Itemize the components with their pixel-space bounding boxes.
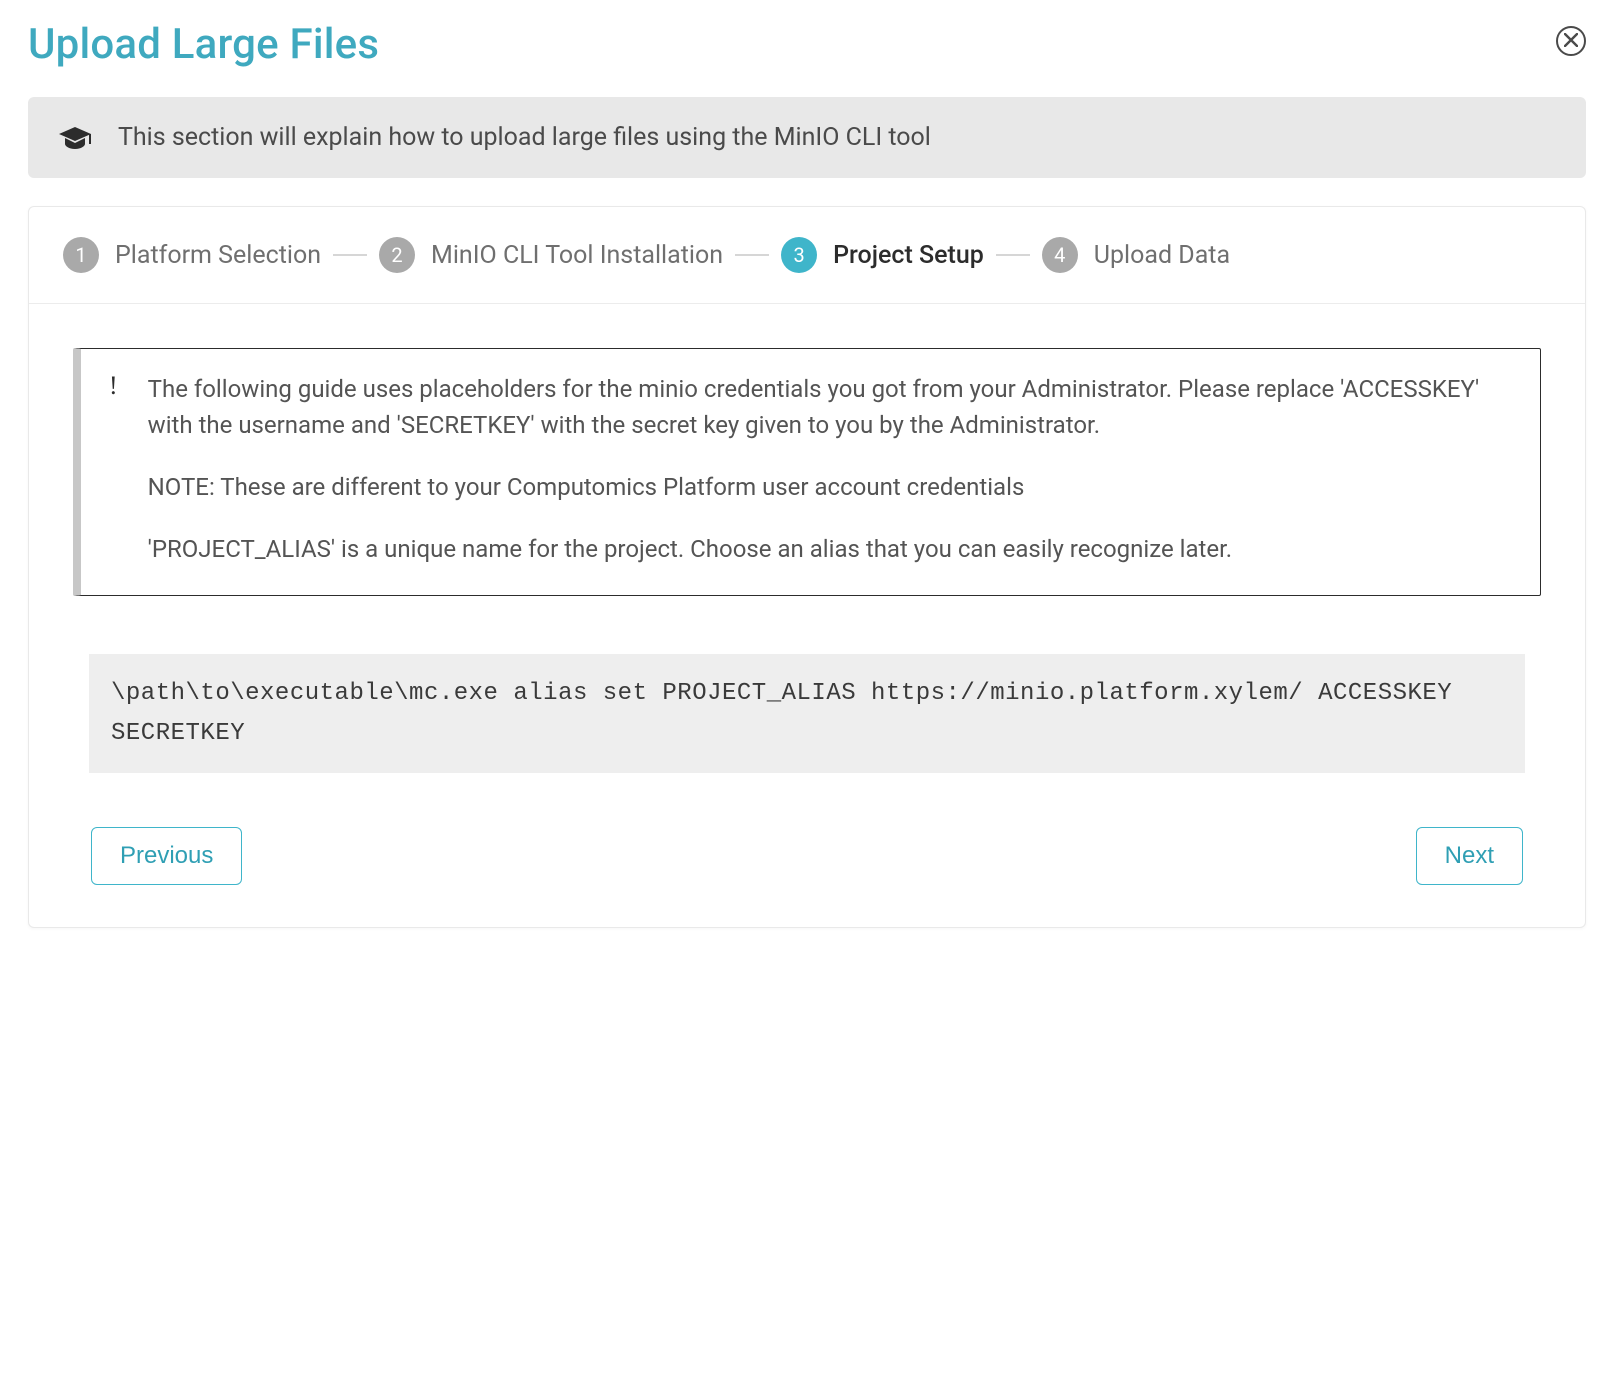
step-label: Upload Data [1094,241,1230,270]
wizard-button-row: Previous Next [73,827,1541,891]
info-banner-text: This section will explain how to upload … [118,123,931,152]
stepper: 1 Platform Selection 2 MinIO CLI Tool In… [29,207,1585,304]
page-title: Upload Large Files [28,20,379,69]
step-minio-cli-installation[interactable]: 2 MinIO CLI Tool Installation [379,237,723,273]
exclamation-icon: ! [109,371,118,567]
step-project-setup[interactable]: 3 Project Setup [781,237,984,273]
wizard-body: ! The following guide uses placeholders … [29,304,1585,927]
step-connector [333,254,367,256]
close-button[interactable] [1556,26,1586,56]
close-icon [1564,32,1578,50]
step-upload-data[interactable]: 4 Upload Data [1042,237,1230,273]
step-platform-selection[interactable]: 1 Platform Selection [63,237,321,273]
notice-paragraph-3: 'PROJECT_ALIAS' is a unique name for the… [148,531,1512,567]
previous-button[interactable]: Previous [91,827,242,885]
notice-box: ! The following guide uses placeholders … [73,348,1541,596]
step-number: 2 [379,237,415,273]
notice-paragraph-1: The following guide uses placeholders fo… [148,371,1512,443]
next-button[interactable]: Next [1416,827,1523,885]
notice-paragraph-2: NOTE: These are different to your Comput… [148,469,1512,505]
info-banner: This section will explain how to upload … [28,97,1586,178]
step-connector [996,254,1030,256]
notice-text: The following guide uses placeholders fo… [148,371,1512,567]
step-connector [735,254,769,256]
wizard-card: 1 Platform Selection 2 MinIO CLI Tool In… [28,206,1586,928]
step-label: Project Setup [833,241,984,270]
graduation-cap-icon [58,125,92,151]
step-number: 4 [1042,237,1078,273]
dialog-header: Upload Large Files [28,20,1586,69]
step-number: 1 [63,237,99,273]
step-label: MinIO CLI Tool Installation [431,241,723,270]
command-code-block: \path\to\executable\mc.exe alias set PRO… [89,654,1525,773]
step-number: 3 [781,237,817,273]
step-label: Platform Selection [115,241,321,270]
